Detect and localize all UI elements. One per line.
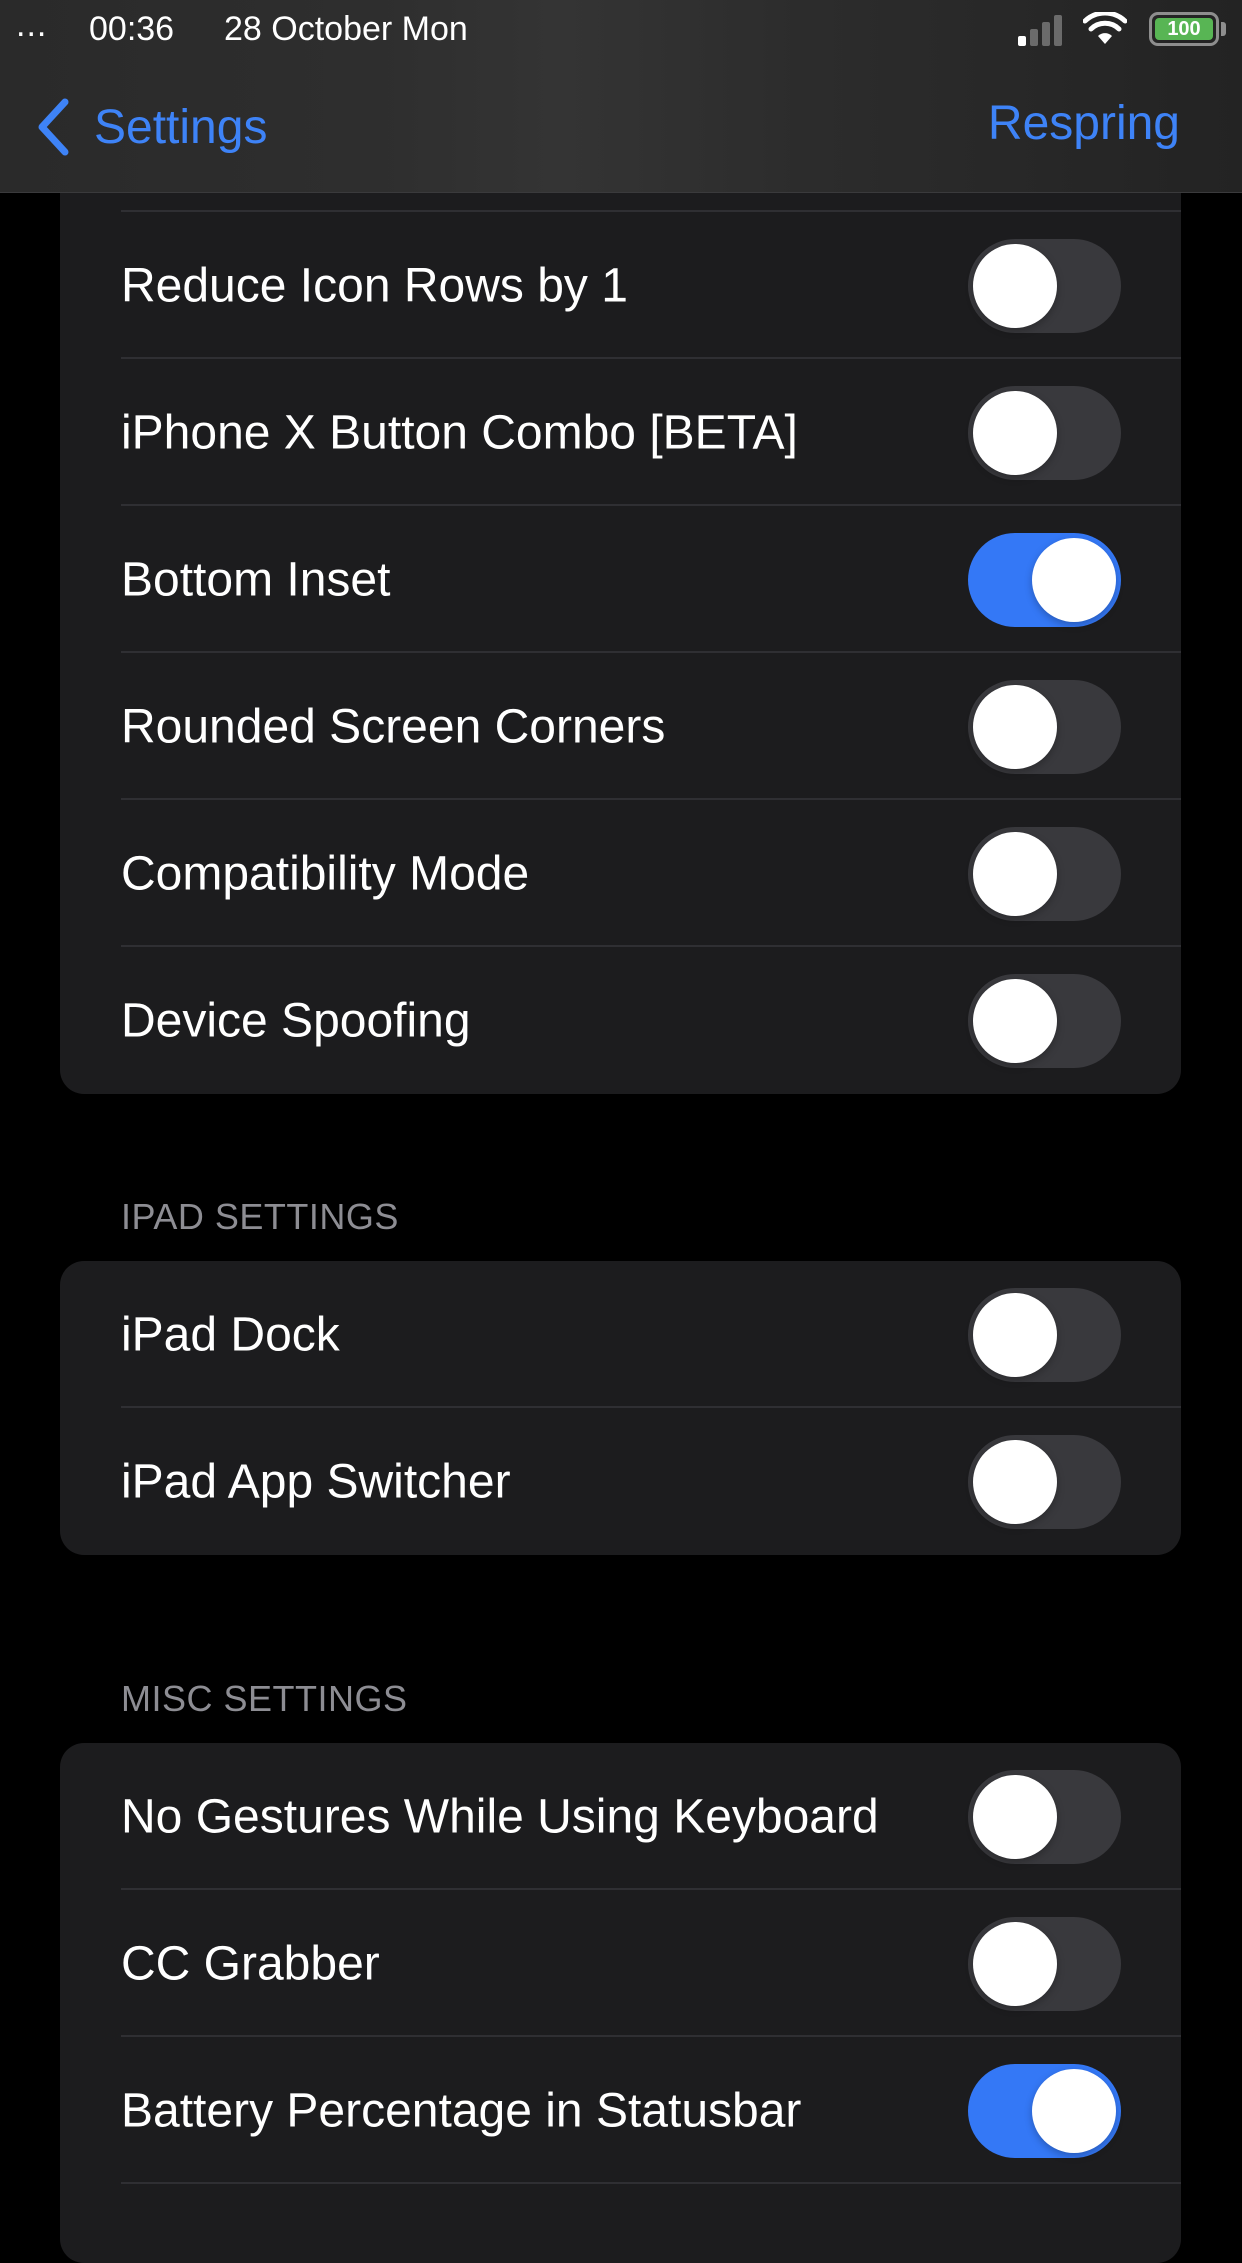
setting-row-ipad-dock: iPad Dock xyxy=(60,1261,1181,1408)
setting-label: Compatibility Mode xyxy=(121,847,530,900)
setting-row-device-spoofing: Device Spoofing xyxy=(60,947,1181,1094)
battery-icon: 100 xyxy=(1149,12,1219,46)
section-header-ipad: IPAD SETTINGS xyxy=(121,1196,399,1237)
setting-label: Rounded Screen Corners xyxy=(121,700,666,753)
battery-level: 100 xyxy=(1155,18,1213,40)
rounded-screen-corners-toggle[interactable] xyxy=(968,679,1121,774)
ipad-settings-group: iPad Dock iPad App Switcher xyxy=(60,1261,1181,1555)
setting-label: iPad Dock xyxy=(121,1308,340,1361)
section-header-misc: MISC SETTINGS xyxy=(121,1678,408,1719)
setting-label: No Gestures While Using Keyboard xyxy=(121,1790,879,1843)
chevron-left-icon xyxy=(38,98,69,156)
cc-grabber-toggle[interactable] xyxy=(968,1916,1121,2011)
toggle-knob xyxy=(1032,537,1116,622)
setting-label: iPad App Switcher xyxy=(121,1455,511,1508)
battery-cap xyxy=(1221,22,1226,36)
back-button[interactable]: Settings xyxy=(36,92,267,162)
reduce-icon-rows-toggle[interactable] xyxy=(968,238,1121,333)
navigation-header: ... 00:36 28 October Mon 100 Settings Re… xyxy=(0,0,1242,193)
setting-label: CC Grabber xyxy=(121,1937,380,1990)
row-divider xyxy=(121,2182,1181,2184)
signal-icon xyxy=(1018,14,1068,46)
toggle-knob xyxy=(973,684,1057,769)
setting-label: Reduce Icon Rows by 1 xyxy=(121,259,628,312)
misc-settings-group: No Gestures While Using Keyboard CC Grab… xyxy=(60,1743,1181,2263)
setting-row-rounded-screen-corners: Rounded Screen Corners xyxy=(60,653,1181,800)
status-date: 28 October Mon xyxy=(224,10,468,48)
toggle-knob xyxy=(973,978,1057,1063)
setting-row-battery-percentage: Battery Percentage in Statusbar xyxy=(60,2037,1181,2184)
setting-row-compatibility-mode: Compatibility Mode xyxy=(60,800,1181,947)
ipad-app-switcher-toggle[interactable] xyxy=(968,1434,1121,1529)
setting-row-cc-grabber: CC Grabber xyxy=(60,1890,1181,2037)
toggle-knob xyxy=(1032,2068,1116,2153)
general-settings-group: Reduce Icon Rows by 1 iPhone X Button Co… xyxy=(60,72,1181,1094)
back-button-label: Settings xyxy=(94,100,268,154)
no-gestures-keyboard-toggle[interactable] xyxy=(968,1769,1121,1864)
toggle-knob xyxy=(973,390,1057,475)
setting-row-bottom-inset: Bottom Inset xyxy=(60,506,1181,653)
setting-label: iPhone X Button Combo [BETA] xyxy=(121,406,798,459)
ipad-dock-toggle[interactable] xyxy=(968,1287,1121,1382)
battery-percentage-toggle[interactable] xyxy=(968,2063,1121,2158)
status-time: 00:36 xyxy=(89,10,175,48)
compatibility-mode-toggle[interactable] xyxy=(968,826,1121,921)
device-spoofing-toggle[interactable] xyxy=(968,973,1121,1068)
toggle-knob xyxy=(973,831,1057,916)
setting-label: Bottom Inset xyxy=(121,553,391,606)
toggle-knob xyxy=(973,1292,1057,1377)
bottom-inset-toggle[interactable] xyxy=(968,532,1121,627)
setting-label: Battery Percentage in Statusbar xyxy=(121,2084,802,2137)
setting-row-ipad-app-switcher: iPad App Switcher xyxy=(60,1408,1181,1555)
setting-row-iphone-x-button-combo: iPhone X Button Combo [BETA] xyxy=(60,359,1181,506)
status-bar: ... 00:36 28 October Mon 100 xyxy=(0,0,1242,60)
respring-button[interactable]: Respring xyxy=(988,96,1180,151)
iphone-x-button-combo-toggle[interactable] xyxy=(968,385,1121,480)
setting-row-reduce-icon-rows: Reduce Icon Rows by 1 xyxy=(60,212,1181,359)
status-dots: ... xyxy=(16,6,48,44)
toggle-knob xyxy=(973,1921,1057,2006)
toggle-knob xyxy=(973,1774,1057,1859)
toggle-knob xyxy=(973,1439,1057,1524)
toggle-knob xyxy=(973,243,1057,328)
setting-label: Device Spoofing xyxy=(121,994,471,1047)
wifi-icon xyxy=(1083,12,1127,44)
setting-row-no-gestures-keyboard: No Gestures While Using Keyboard xyxy=(60,1743,1181,1890)
